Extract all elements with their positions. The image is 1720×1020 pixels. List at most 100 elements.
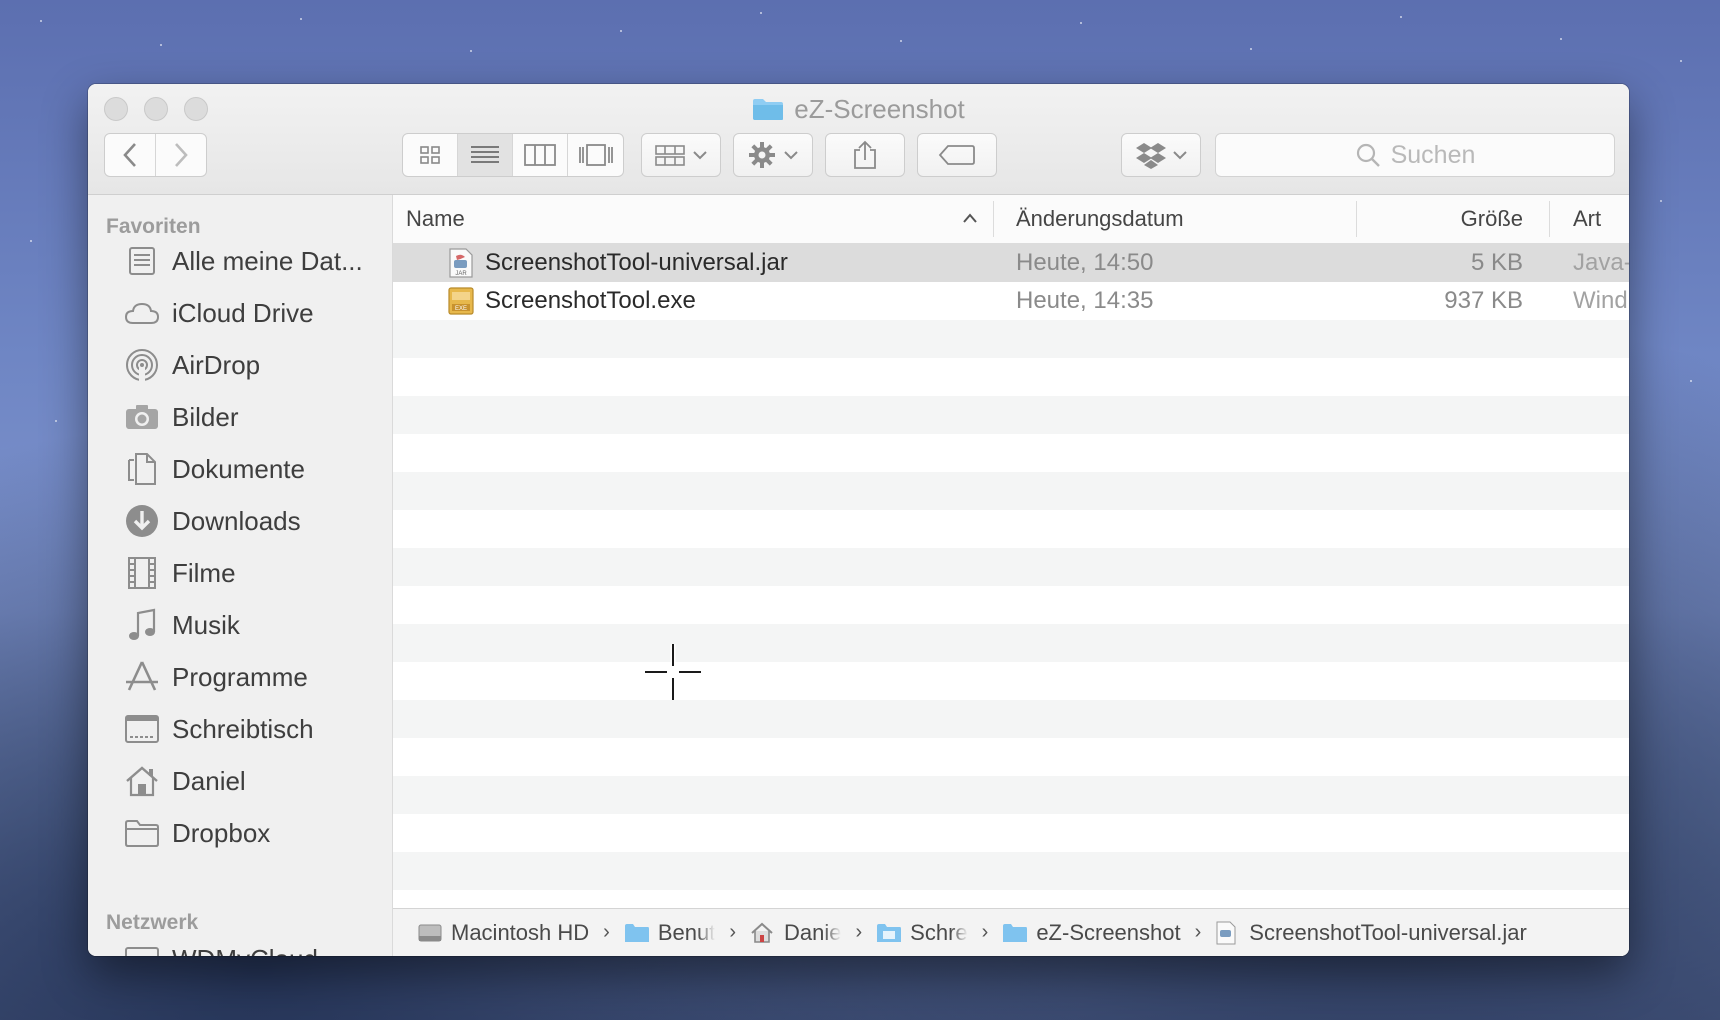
action-button[interactable]: [733, 133, 813, 177]
chevron-down-icon: [693, 151, 707, 160]
column-name[interactable]: Name: [406, 195, 465, 243]
chevron-left-icon: [122, 143, 136, 167]
chevron-right-icon: [174, 143, 188, 167]
sort-ascending-icon[interactable]: [962, 213, 978, 223]
sidebar-item-musik[interactable]: Musik: [124, 603, 240, 647]
chevron-right-icon: ›: [855, 921, 863, 943]
arrange-grid-icon: [655, 145, 685, 166]
search-field[interactable]: Suchen: [1215, 133, 1615, 177]
share-button[interactable]: [825, 133, 905, 177]
forward-button[interactable]: [156, 134, 207, 176]
desktop-folder-icon: [876, 922, 902, 944]
path-crumb-label: Danie: [784, 919, 842, 945]
tag-icon: [938, 145, 975, 165]
empty-row: [393, 434, 1629, 472]
path-crumb[interactable]: Macintosh HD ›: [417, 920, 624, 946]
empty-row: [393, 320, 1629, 358]
sidebar-item-schreibtisch[interactable]: Schreibtisch: [124, 707, 314, 751]
view-mode-selector: [402, 133, 624, 177]
empty-row: [393, 662, 1629, 700]
empty-row: [393, 852, 1629, 890]
file-date: Heute, 14:50: [1016, 249, 1154, 276]
chevron-down-icon: [784, 151, 798, 160]
list-view-button[interactable]: [458, 134, 513, 176]
empty-row: [393, 472, 1629, 510]
file-name: ScreenshotTool-universal.jar: [485, 249, 788, 276]
search-icon: [1356, 143, 1380, 167]
desktop-icon: [124, 711, 160, 747]
apps-icon: [124, 659, 160, 695]
home-icon: [124, 763, 160, 799]
column-kind[interactable]: Art: [1573, 195, 1601, 243]
file-row[interactable]: EXE ScreenshotTool.exe Heute, 14:35 937 …: [393, 282, 1629, 320]
jar-file-icon: [1215, 921, 1241, 944]
folder-icon: [124, 815, 160, 851]
share-icon: [854, 140, 876, 169]
window-title: eZ-Screenshot: [88, 92, 1629, 126]
path-bar: Macintosh HD › Benut › Danie › Schre › e…: [393, 908, 1629, 956]
column-date[interactable]: Änderungsdatum: [1016, 195, 1184, 243]
sidebar-item-filme[interactable]: Filme: [124, 551, 236, 595]
svg-text:JAR: JAR: [455, 271, 467, 277]
empty-row: [393, 358, 1629, 396]
empty-row: [393, 396, 1629, 434]
search-placeholder: Suchen: [1390, 140, 1476, 169]
sidebar-item-daniel[interactable]: Daniel: [124, 759, 246, 803]
sidebar-item-wdmycloud[interactable]: WDMyCloud: [124, 937, 318, 956]
sidebar-item-label: iCloud Drive: [172, 297, 314, 328]
exe-file-icon: EXE: [448, 287, 474, 315]
sidebar-item-label: AirDrop: [172, 349, 261, 380]
camera-icon: [124, 399, 160, 435]
path-crumb[interactable]: Benut ›: [624, 920, 750, 946]
path-crumb[interactable]: Danie ›: [750, 920, 876, 946]
harddisk-icon: [417, 922, 443, 944]
sidebar-item-dokumente[interactable]: Dokumente: [124, 447, 305, 491]
dropbox-button[interactable]: [1121, 133, 1201, 177]
sidebar-item-label: Filme: [172, 557, 236, 588]
file-row[interactable]: JAR ScreenshotTool-universal.jar Heute, …: [393, 244, 1629, 282]
all-files-icon: [124, 243, 160, 279]
file-name: ScreenshotTool.exe: [485, 287, 696, 314]
sidebar-item-label: Daniel: [172, 765, 246, 796]
file-date: Heute, 14:35: [1016, 287, 1154, 314]
chevron-right-icon: ›: [981, 921, 989, 943]
path-crumb[interactable]: Schre ›: [876, 920, 1002, 946]
path-crumb[interactable]: eZ-Screenshot ›: [1002, 920, 1215, 946]
file-size: 5 KB: [1470, 249, 1523, 276]
sidebar-item-label: Programme: [172, 661, 308, 692]
home-icon: [750, 922, 776, 944]
list-icon: [471, 146, 499, 163]
sidebar-item-programme[interactable]: Programme: [124, 655, 308, 699]
back-button[interactable]: [105, 134, 156, 176]
folder-icon: [753, 99, 784, 121]
tags-button[interactable]: [917, 133, 997, 177]
toolbar: eZ-Screenshot Suchen: [88, 84, 1629, 195]
chevron-right-icon: ›: [603, 921, 610, 943]
column-size[interactable]: Größe: [1461, 195, 1523, 243]
path-crumb[interactable]: ScreenshotTool-universal.jar: [1215, 920, 1527, 946]
icon-view-button[interactable]: [403, 134, 458, 176]
path-crumb-label: Schre: [910, 919, 968, 945]
crosshair-cursor-icon: [645, 644, 701, 700]
arrange-button[interactable]: [641, 133, 721, 177]
chevron-right-icon: ›: [729, 921, 736, 943]
sidebar-item-label: Musik: [172, 609, 240, 640]
empty-row: [393, 814, 1629, 852]
airdrop-icon: [124, 347, 160, 383]
sidebar-item-all-files[interactable]: Alle meine Dat...: [124, 239, 363, 283]
empty-row: [393, 548, 1629, 586]
sidebar-item-icloud-drive[interactable]: iCloud Drive: [124, 291, 314, 335]
nav-buttons: [104, 133, 207, 177]
sidebar-item-airdrop[interactable]: AirDrop: [124, 343, 260, 387]
cover-flow-icon: [578, 144, 613, 166]
sidebar: Favoriten Alle meine Dat... iCloud Drive…: [88, 195, 393, 956]
sidebar-item-label: Downloads: [172, 505, 301, 536]
cover-flow-button[interactable]: [568, 134, 623, 176]
sidebar-item-dropbox[interactable]: Dropbox: [124, 811, 270, 855]
gear-icon: [749, 142, 775, 168]
column-view-button[interactable]: [513, 134, 568, 176]
sidebar-item-label: WDMyCloud: [172, 944, 318, 957]
sidebar-item-bilder[interactable]: Bilder: [124, 395, 238, 439]
dropbox-icon: [1136, 143, 1166, 169]
sidebar-item-downloads[interactable]: Downloads: [124, 499, 301, 543]
